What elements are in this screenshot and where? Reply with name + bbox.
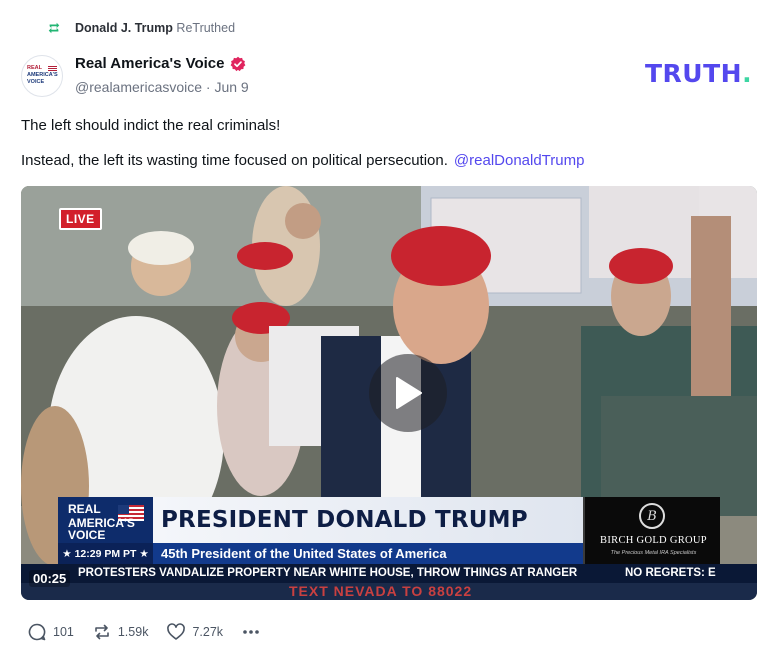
avatar-text-3: VOICE <box>27 79 45 85</box>
author-handle-date[interactable]: @realamericasvoice · Jun 9 <box>75 79 249 95</box>
post-text-line-2: Instead, the left its wasting time focus… <box>21 152 584 169</box>
post-text-line-1: The left should indict the real criminal… <box>21 117 281 134</box>
ticker-text-right: NO REGRETS: E <box>625 567 716 579</box>
sponsor-mark-icon: B <box>639 503 665 529</box>
retruth-count: 1.59k <box>117 625 149 639</box>
chyron-logo-text-1: REAL <box>68 502 101 516</box>
chyron-headline-bar: PRESIDENT DONALD TRUMP <box>153 497 583 543</box>
video-player[interactable]: LIVE REAL AMERICA'S VOICE ★ 12:29 PM PT … <box>21 186 757 600</box>
reply-count: 101 <box>53 625 74 639</box>
avatar-text-1: REAL <box>27 65 42 71</box>
verified-badge-icon <box>230 56 246 72</box>
news-chyron: REAL AMERICA'S VOICE ★ 12:29 PM PT ★ PRE… <box>58 497 720 564</box>
retruth-button[interactable]: 1.59k <box>92 622 149 642</box>
chyron-subheadline-bar: 45th President of the United States of A… <box>153 543 583 564</box>
video-timestamp: 00:25 <box>29 570 71 587</box>
chyron-headline: PRESIDENT DONALD TRUMP <box>161 507 528 533</box>
avatar[interactable]: REAL AMERICA'S VOICE <box>21 55 63 97</box>
retruth-icon <box>92 622 112 642</box>
retruth-indicator: Donald J. Trump ReTruthed <box>47 18 235 38</box>
retruth-user-name[interactable]: Donald J. Trump <box>75 21 173 35</box>
chyron-time: ★ 12:29 PM PT ★ <box>58 543 153 564</box>
sponsor-logo: B BIRCH GOLD GROUP The Precious Metal IR… <box>583 497 720 564</box>
post-text-line-2-body: Instead, the left its wasting time focus… <box>21 152 448 169</box>
retruth-icon <box>47 21 61 35</box>
post-actions: 101 1.59k 7.27k <box>27 622 279 642</box>
truth-logo-dot: . <box>742 59 753 88</box>
comment-icon <box>27 622 47 642</box>
mention-link[interactable]: @realDonaldTrump <box>454 152 585 169</box>
avatar-text-2: AMERICA'S <box>27 72 58 78</box>
live-badge: LIVE <box>59 208 102 230</box>
play-icon <box>396 377 422 409</box>
reply-button[interactable]: 101 <box>27 622 74 642</box>
sponsor-name: BIRCH GOLD GROUP <box>600 535 707 546</box>
ticker-text: PROTESTERS VANDALIZE PROPERTY NEAR WHITE… <box>78 567 578 579</box>
bottom-banner: TEXT NEVADA TO 88022 <box>21 583 757 600</box>
truth-social-logo[interactable]: TRUTH. <box>645 59 752 88</box>
author-display-name[interactable]: Real America's Voice <box>75 55 224 72</box>
more-icon <box>241 622 261 642</box>
like-button[interactable]: 7.27k <box>166 622 223 642</box>
sponsor-tagline: The Precious Metal IRA Specialists <box>610 550 697 556</box>
author-name-row[interactable]: Real America's Voice <box>75 55 246 72</box>
more-options-button[interactable] <box>241 622 261 642</box>
truth-logo-text: TRUTH <box>645 59 743 88</box>
like-count: 7.27k <box>192 625 224 639</box>
retruth-label: ReTruthed <box>176 21 236 35</box>
avatar-logo: REAL AMERICA'S VOICE <box>27 65 58 87</box>
bottom-banner-text: TEXT NEVADA TO 88022 <box>289 583 473 599</box>
play-button[interactable] <box>369 354 447 432</box>
chyron-logo-text-3: VOICE <box>68 528 106 542</box>
heart-icon <box>166 622 186 642</box>
news-ticker: PROTESTERS VANDALIZE PROPERTY NEAR WHITE… <box>21 564 757 583</box>
chyron-subheadline: 45th President of the United States of A… <box>161 546 447 561</box>
